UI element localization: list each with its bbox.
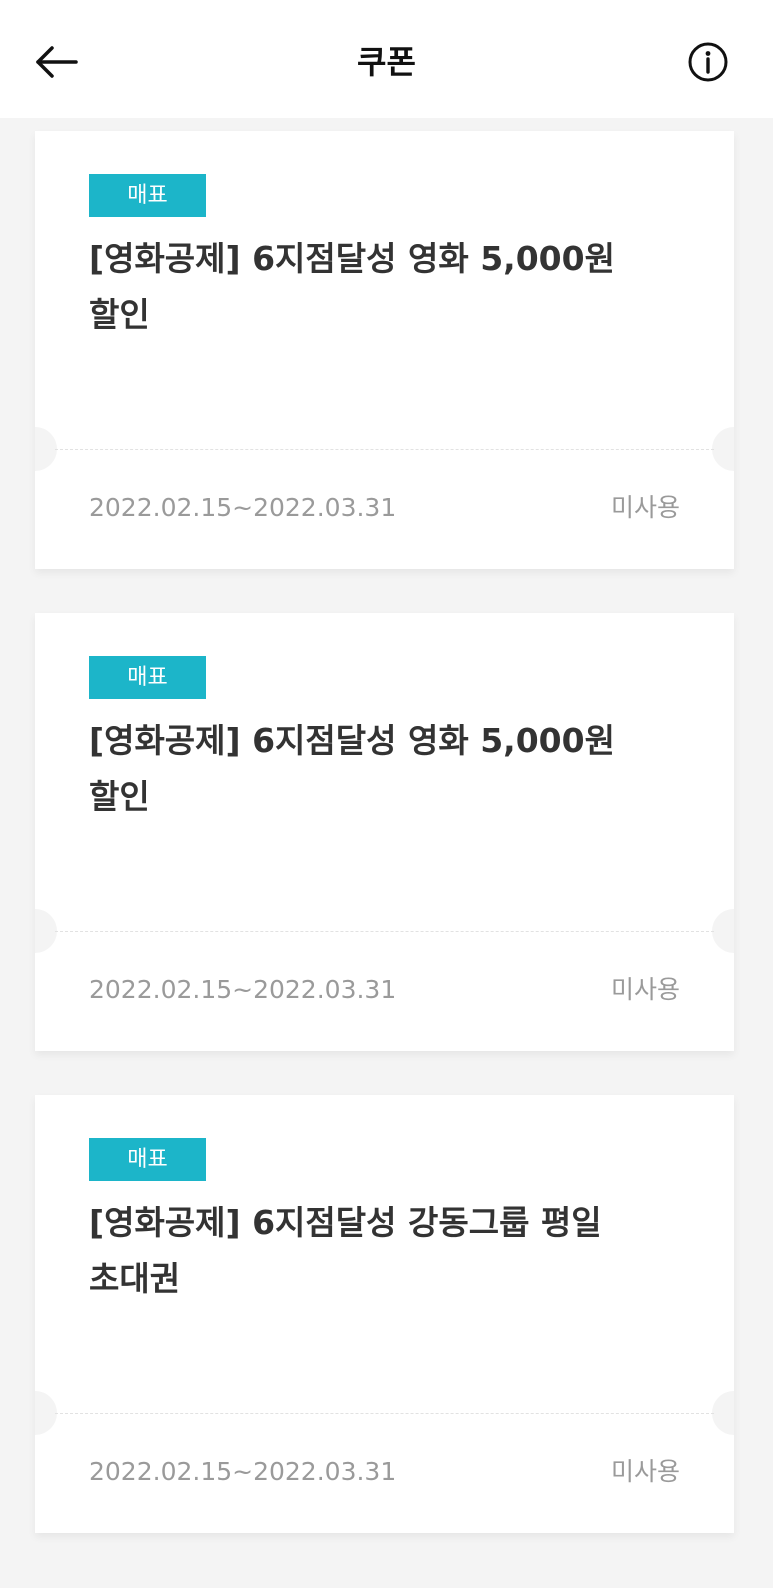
ticket-divider — [55, 1413, 714, 1414]
coupon-valid-period: 2022.02.15~2022.03.31 — [89, 1457, 397, 1486]
info-button[interactable] — [682, 36, 734, 88]
coupon-card[interactable]: 매표 [영화공제] 6지점달성 강동그룹 평일 초대권 2022.02.15~2… — [35, 1095, 734, 1533]
coupon-title-line: 초대권 — [89, 1259, 181, 1298]
coupon-title-line: 할인 — [89, 777, 150, 816]
coupon-title: [영화공제] 6지점달성 영화 5,000원 할인 — [89, 713, 679, 825]
coupon-card[interactable]: 매표 [영화공제] 6지점달성 영화 5,000원 할인 2022.02.15~… — [35, 613, 734, 1051]
coupon-category-badge: 매표 — [89, 656, 206, 699]
coupon-title: [영화공제] 6지점달성 강동그룹 평일 초대권 — [89, 1195, 679, 1307]
coupon-title-line: [영화공제] 6지점달성 강동그룹 평일 — [89, 1203, 602, 1242]
ticket-notch — [712, 427, 734, 471]
coupon-title-line: [영화공제] 6지점달성 영화 5,000원 — [89, 239, 615, 278]
page-title: 쿠폰 — [357, 43, 416, 81]
ticket-notch — [35, 909, 57, 953]
coupon-list: 매표 [영화공제] 6지점달성 영화 5,000원 할인 2022.02.15~… — [35, 131, 734, 1577]
coupon-category-badge: 매표 — [89, 174, 206, 217]
ticket-notch — [712, 909, 734, 953]
coupon-title-line: 할인 — [89, 295, 150, 334]
coupon-card[interactable]: 매표 [영화공제] 6지점달성 영화 5,000원 할인 2022.02.15~… — [35, 131, 734, 569]
coupon-title-line: [영화공제] 6지점달성 영화 5,000원 — [89, 721, 615, 760]
ticket-notch — [712, 1391, 734, 1435]
info-circle-icon — [688, 42, 728, 82]
coupon-valid-period: 2022.02.15~2022.03.31 — [89, 975, 397, 1004]
coupon-title: [영화공제] 6지점달성 영화 5,000원 할인 — [89, 231, 679, 343]
ticket-divider — [55, 449, 714, 450]
coupon-status: 미사용 — [610, 975, 680, 1004]
ticket-notch — [35, 1391, 57, 1435]
app-header: 쿠폰 — [0, 0, 773, 118]
coupon-status: 미사용 — [610, 493, 680, 522]
ticket-notch — [35, 427, 57, 471]
coupon-category-badge: 매표 — [89, 1138, 206, 1181]
ticket-divider — [55, 931, 714, 932]
coupon-status: 미사용 — [610, 1457, 680, 1486]
coupon-valid-period: 2022.02.15~2022.03.31 — [89, 493, 397, 522]
